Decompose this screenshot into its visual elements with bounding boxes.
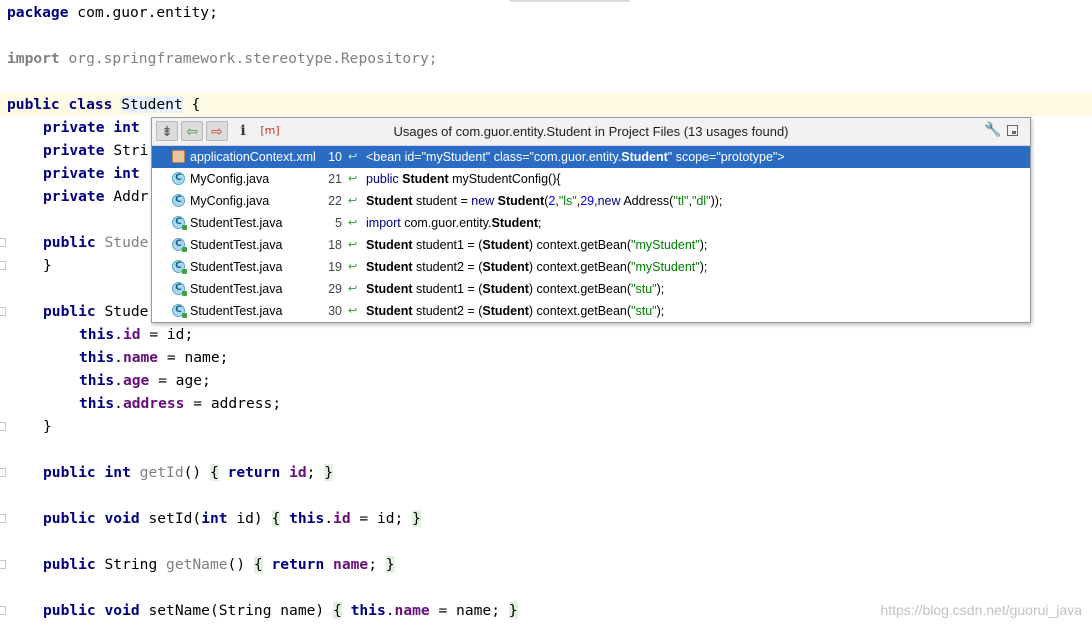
fold-marker[interactable] — [0, 468, 6, 477]
usage-row[interactable]: C StudentTest.java 19 ↩ Student student2… — [152, 256, 1030, 278]
popup-toolbar: ⇟ ⇦ ⇨ i [m] Usages of com.guor.entity.St… — [152, 118, 1030, 146]
usage-file: StudentTest.java — [190, 238, 283, 252]
usage-line-number: 5 — [335, 216, 342, 230]
usage-line-number: 21 — [328, 172, 342, 186]
usage-file: StudentTest.java — [190, 260, 283, 274]
java-test-icon: C — [172, 282, 187, 296]
constructor-line: public Stude — [43, 303, 149, 320]
assignment-line: this.id = id; — [79, 326, 194, 343]
assignment-line: this.address = address; — [79, 395, 282, 412]
usage-arrow-icon: ↩ — [348, 172, 358, 185]
java-test-icon: C — [172, 238, 187, 252]
usage-row[interactable]: C StudentTest.java 5 ↩ import com.guor.e… — [152, 212, 1030, 234]
import-line: import org.springframework.stereotype.Re… — [7, 50, 438, 67]
usage-arrow-icon: ↩ — [348, 282, 358, 295]
fold-marker[interactable] — [0, 606, 6, 615]
usage-arrow-icon: ↩ — [348, 194, 358, 207]
field-line: private Addr — [43, 188, 149, 205]
constructor-line: public Stude — [43, 234, 149, 251]
usage-row[interactable]: C MyConfig.java 21 ↩ public Student mySt… — [152, 168, 1030, 190]
field-line: private Stri — [43, 142, 149, 159]
fold-marker[interactable] — [0, 238, 6, 247]
java-class-icon: C — [172, 172, 185, 185]
usage-code: Student student = new Student(2,"ls",29,… — [366, 194, 723, 208]
usage-row[interactable]: C StudentTest.java 30 ↩ Student student2… — [152, 300, 1030, 322]
fold-marker[interactable] — [0, 261, 6, 270]
fold-marker[interactable] — [0, 307, 6, 316]
method-line: public void setId(int id) { this.id = id… — [43, 510, 421, 527]
popup-title: Usages of com.guor.entity.Student in Pro… — [393, 124, 789, 139]
assignment-line: this.name = name; — [79, 349, 229, 366]
package-line: package com.guor.entity; — [7, 4, 218, 21]
method-line: public int getId() { return id; } — [43, 464, 334, 481]
field-line: private int — [43, 119, 140, 136]
usage-line-number: 29 — [328, 282, 342, 296]
usage-file: StudentTest.java — [190, 282, 283, 296]
usage-row[interactable]: C StudentTest.java 18 ↩ Student student1… — [152, 234, 1030, 256]
closing-brace-line: } — [43, 257, 52, 274]
usage-code: Student student2 = (Student) context.get… — [366, 260, 708, 274]
usage-line-number: 19 — [328, 260, 342, 274]
java-test-icon: C — [172, 216, 187, 230]
usage-arrow-icon: ↩ — [348, 260, 358, 273]
assignment-line: this.age = age; — [79, 372, 211, 389]
usage-arrow-icon: ↩ — [348, 150, 358, 163]
usage-file: MyConfig.java — [190, 172, 270, 186]
usage-code: <bean id="myStudent" class="com.guor.ent… — [366, 150, 785, 164]
find-usages-popup[interactable]: ⇟ ⇦ ⇨ i [m] Usages of com.guor.entity.St… — [151, 117, 1031, 323]
java-class-icon: C — [172, 194, 185, 207]
field-line: private int — [43, 165, 140, 182]
usage-arrow-icon: ↩ — [348, 216, 358, 229]
class-declaration-line: public class Student { — [0, 93, 1092, 116]
xml-file-icon — [172, 150, 185, 163]
usage-code: public Student myStudentConfig(){ — [366, 172, 561, 186]
class-name: Student — [121, 96, 183, 113]
method-line: public void setName(String name) { this.… — [43, 602, 518, 619]
usage-row[interactable]: applicationContext.xml 10 ↩ <bean id="my… — [152, 146, 1030, 168]
method-line: public String getName() { return name; } — [43, 556, 395, 573]
wrench-icon[interactable]: 🔧 — [984, 122, 1001, 138]
usage-file: StudentTest.java — [190, 304, 283, 318]
fold-marker[interactable] — [0, 560, 6, 569]
usage-file: MyConfig.java — [190, 194, 270, 208]
usage-code: Student student1 = (Student) context.get… — [366, 282, 665, 296]
usage-row[interactable]: C StudentTest.java 29 ↩ Student student1… — [152, 278, 1030, 300]
closing-brace-line: } — [43, 418, 52, 435]
fold-marker[interactable] — [0, 422, 6, 431]
usage-line-number: 18 — [328, 238, 342, 252]
usage-arrow-icon: ↩ — [348, 238, 358, 251]
usage-line-number: 10 — [328, 150, 342, 164]
usage-file: StudentTest.java — [190, 216, 283, 230]
usage-row[interactable]: C MyConfig.java 22 ↩ Student student = n… — [152, 190, 1030, 212]
usage-code: Student student2 = (Student) context.get… — [366, 304, 665, 318]
usage-arrow-icon: ↩ — [348, 304, 358, 317]
editor-tab-strip — [510, 0, 630, 2]
open-in-window-icon[interactable] — [1007, 125, 1018, 136]
java-test-icon: C — [172, 304, 187, 318]
usage-code: Student student1 = (Student) context.get… — [366, 238, 708, 252]
usage-code: import com.guor.entity.Student; — [366, 216, 542, 230]
java-test-icon: C — [172, 260, 187, 274]
watermark: https://blog.csdn.net/guorui_java — [880, 602, 1082, 618]
usage-file: applicationContext.xml — [190, 150, 316, 164]
usage-line-number: 22 — [328, 194, 342, 208]
usage-line-number: 30 — [328, 304, 342, 318]
fold-marker[interactable] — [0, 514, 6, 523]
